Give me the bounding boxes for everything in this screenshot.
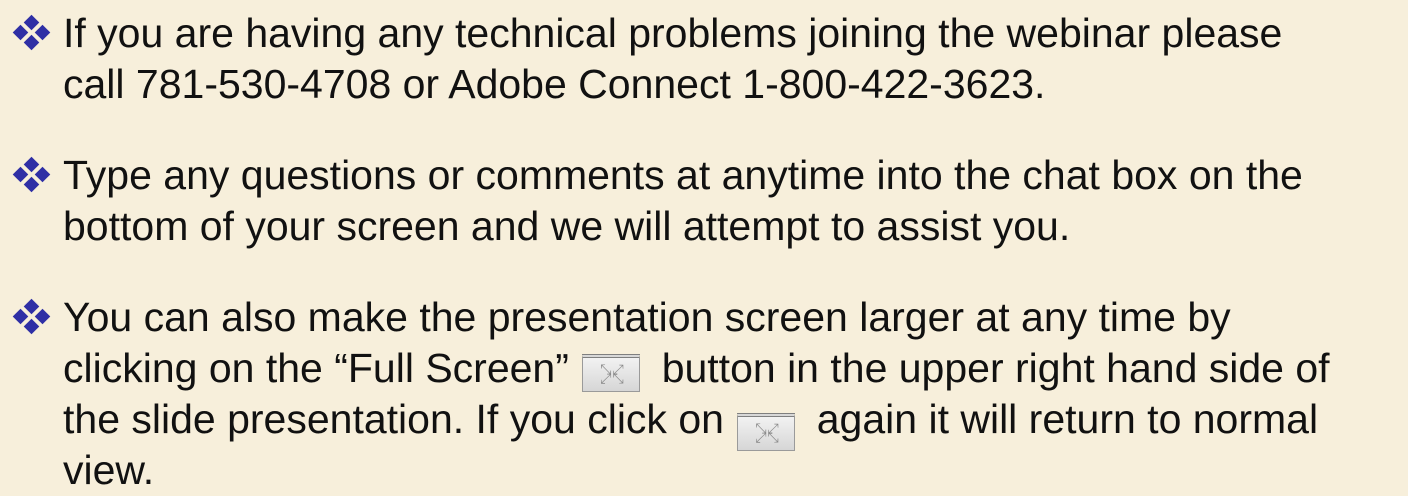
full-screen-line-3-before: the slide presentation. If you click on [63, 396, 724, 442]
full-screen-button-icon: ⤡⤢ ⤢⤡ [582, 354, 641, 392]
four-diamond-bullet-icon [12, 156, 52, 198]
technical-problems-text: If you are having any technical problems… [63, 8, 1408, 110]
full-screen-line-3-after: again it will return to normal [816, 396, 1319, 442]
expand-arrows-icon: ⤡⤢ ⤢⤡ [600, 362, 625, 387]
full-screen-button-icon: ⤡⤢ ⤢⤡ [737, 413, 796, 451]
expand-arrows-icon: ⤡⤢ ⤢⤡ [755, 421, 780, 446]
full-screen-line-2: clicking on the “Full Screen” ⤡⤢ ⤢⤡ butto… [63, 343, 1408, 394]
technical-problems-line-1: If you are having any technical problems… [63, 10, 1283, 56]
full-screen-line-2-after: button in the upper right hand side of [661, 345, 1330, 391]
full-screen-line-3: the slide presentation. If you click on … [63, 394, 1408, 451]
questions-comments-text: Type any questions or comments at anytim… [63, 150, 1408, 252]
four-diamond-bullet-icon [12, 14, 52, 56]
questions-comments-line-2: bottom of your screen and we will attemp… [63, 203, 1071, 249]
full-screen-text: You can also make the presentation scree… [63, 292, 1408, 496]
full-screen-line-1: You can also make the presentation scree… [63, 294, 1231, 340]
four-diamond-bullet-icon [12, 298, 52, 340]
full-screen-line-2-before: clicking on the “Full Screen” [63, 345, 569, 391]
webinar-instructions-slide: If you are having any technical problems… [0, 0, 1408, 493]
technical-problems-line-2: call 781-530-4708 or Adobe Connect 1-800… [63, 61, 1046, 107]
questions-comments-line-1: Type any questions or comments at anytim… [63, 152, 1303, 198]
full-screen-line-4: view. [63, 447, 155, 493]
